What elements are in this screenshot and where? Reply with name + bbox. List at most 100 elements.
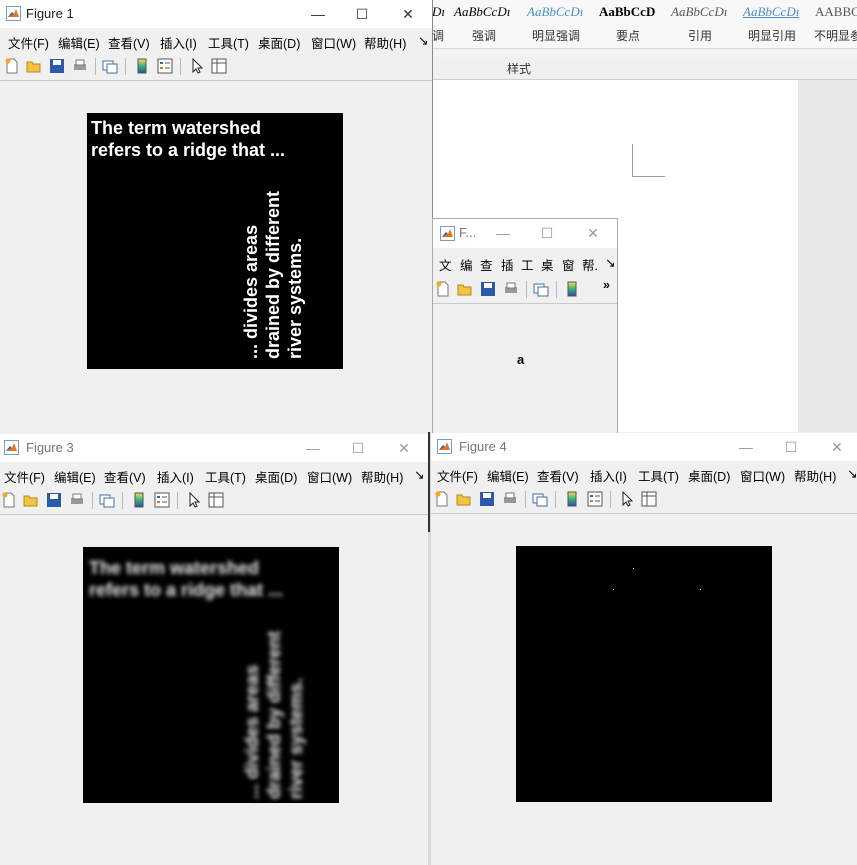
style-preview[interactable]: AaBbCcDı bbox=[743, 4, 799, 20]
style-preview[interactable]: AaBbCcDı bbox=[671, 4, 727, 20]
close-button[interactable]: ✕ bbox=[382, 434, 426, 462]
figure-1-titlebar[interactable]: Figure 1 — ☐ ✕ bbox=[0, 0, 432, 28]
menu-help[interactable]: 帮助(H) bbox=[361, 467, 403, 486]
menu-desktop[interactable]: 桌 bbox=[541, 255, 554, 274]
style-preview[interactable]: Dı bbox=[432, 4, 445, 20]
style-preview[interactable]: AaBbCcD bbox=[599, 4, 655, 20]
link-plot-icon[interactable] bbox=[98, 491, 116, 509]
open-file-icon[interactable] bbox=[25, 57, 43, 75]
close-button[interactable]: ✕ bbox=[815, 433, 857, 461]
menu-overflow-icon[interactable]: ↘ bbox=[847, 466, 857, 481]
save-icon[interactable] bbox=[479, 280, 497, 298]
maximize-button[interactable]: ☐ bbox=[525, 219, 569, 247]
style-preview[interactable]: AaBbCcDı bbox=[527, 4, 583, 20]
figure-3-blurred-image[interactable]: The term watershed refers to a ridge tha… bbox=[83, 547, 339, 803]
menu-view[interactable]: 查看(V) bbox=[104, 467, 146, 486]
colorbar-icon[interactable] bbox=[563, 490, 581, 508]
menu-view[interactable]: 查看(V) bbox=[537, 466, 579, 485]
menu-insert[interactable]: 插入(I) bbox=[590, 466, 627, 485]
menu-overflow-icon[interactable]: ↘ bbox=[414, 467, 424, 482]
save-icon[interactable] bbox=[48, 57, 66, 75]
property-editor-icon[interactable] bbox=[210, 57, 228, 75]
menu-insert[interactable]: 插 bbox=[501, 255, 514, 274]
menu-window[interactable]: 窗口(W) bbox=[740, 466, 785, 485]
save-icon[interactable] bbox=[45, 491, 63, 509]
style-preview[interactable]: AABBCc bbox=[815, 4, 857, 20]
menu-overflow-icon[interactable]: ↘ bbox=[418, 33, 428, 48]
open-file-icon[interactable] bbox=[456, 280, 474, 298]
open-file-icon[interactable] bbox=[22, 491, 40, 509]
menu-desktop[interactable]: 桌面(D) bbox=[255, 467, 297, 486]
figure-3-titlebar[interactable]: Figure 3 — ☐ ✕ bbox=[0, 434, 428, 462]
word-styles-gallery[interactable]: Dı AaBbCcDı AaBbCcDı AaBbCcD AaBbCcDı Aa… bbox=[432, 0, 857, 49]
menu-edit[interactable]: 编辑(E) bbox=[58, 33, 100, 52]
menu-window[interactable]: 窗 bbox=[562, 255, 575, 274]
figure-1-window[interactable]: Figure 1 — ☐ ✕ 文件(F) 编辑(E) 查看(V) 插入(I) 工… bbox=[0, 0, 433, 432]
menu-desktop[interactable]: 桌面(D) bbox=[688, 466, 730, 485]
colorbar-icon[interactable] bbox=[133, 57, 151, 75]
maximize-button[interactable]: ☐ bbox=[336, 434, 380, 462]
link-plot-icon[interactable] bbox=[531, 490, 549, 508]
save-icon[interactable] bbox=[478, 490, 496, 508]
small-figure-window[interactable]: F... — ☐ ✕ 文 编 查 插 工 桌 窗 帮. ↘ » a bbox=[432, 218, 618, 434]
legend-icon[interactable] bbox=[156, 57, 174, 75]
small-figure-titlebar[interactable]: F... — ☐ ✕ bbox=[433, 219, 617, 248]
figure-1-image[interactable]: The term watershed refers to a ridge tha… bbox=[87, 113, 343, 369]
new-figure-icon[interactable] bbox=[434, 280, 452, 298]
figure-4-window[interactable]: Figure 4 — ☐ ✕ 文件(F) 编辑(E) 查看(V) 插入(I) 工… bbox=[431, 433, 857, 865]
property-editor-icon[interactable] bbox=[207, 491, 225, 509]
new-figure-icon[interactable] bbox=[3, 57, 21, 75]
colorbar-icon[interactable] bbox=[563, 280, 581, 298]
menu-tools[interactable]: 工 bbox=[521, 255, 534, 274]
pointer-icon[interactable] bbox=[185, 491, 203, 509]
menu-view[interactable]: 查 bbox=[480, 255, 493, 274]
menu-insert[interactable]: 插入(I) bbox=[157, 467, 194, 486]
menu-window[interactable]: 窗口(W) bbox=[311, 33, 356, 52]
menu-help[interactable]: 帮. bbox=[582, 255, 598, 274]
print-icon[interactable] bbox=[502, 280, 520, 298]
open-file-icon[interactable] bbox=[455, 490, 473, 508]
menu-window[interactable]: 窗口(W) bbox=[307, 467, 352, 486]
legend-icon[interactable] bbox=[153, 491, 171, 509]
maximize-button[interactable]: ☐ bbox=[769, 433, 813, 461]
style-preview[interactable]: AaBbCcDı bbox=[454, 4, 510, 20]
menu-file[interactable]: 文件(F) bbox=[437, 466, 478, 485]
print-icon[interactable] bbox=[501, 490, 519, 508]
link-plot-icon[interactable] bbox=[101, 57, 119, 75]
property-editor-icon[interactable] bbox=[640, 490, 658, 508]
menu-tools[interactable]: 工具(T) bbox=[205, 467, 246, 486]
menu-help[interactable]: 帮助(H) bbox=[364, 33, 406, 52]
maximize-button[interactable]: ☐ bbox=[340, 0, 384, 28]
menu-view[interactable]: 查看(V) bbox=[108, 33, 150, 52]
menu-file[interactable]: 文件(F) bbox=[8, 33, 49, 52]
close-button[interactable]: ✕ bbox=[571, 219, 615, 247]
legend-icon[interactable] bbox=[586, 490, 604, 508]
menu-edit[interactable]: 编 bbox=[460, 255, 473, 274]
print-icon[interactable] bbox=[71, 57, 89, 75]
menu-help[interactable]: 帮助(H) bbox=[794, 466, 836, 485]
menu-file[interactable]: 文 bbox=[439, 255, 452, 274]
menu-insert[interactable]: 插入(I) bbox=[160, 33, 197, 52]
new-figure-icon[interactable] bbox=[433, 490, 451, 508]
link-plot-icon[interactable] bbox=[532, 280, 550, 298]
minimize-button[interactable]: — bbox=[481, 219, 525, 247]
pointer-icon[interactable] bbox=[188, 57, 206, 75]
minimize-button[interactable]: — bbox=[724, 433, 768, 461]
menu-file[interactable]: 文件(F) bbox=[4, 467, 45, 486]
print-icon[interactable] bbox=[68, 491, 86, 509]
menu-tools[interactable]: 工具(T) bbox=[638, 466, 679, 485]
figure-4-titlebar[interactable]: Figure 4 — ☐ ✕ bbox=[431, 433, 857, 461]
menu-edit[interactable]: 编辑(E) bbox=[487, 466, 529, 485]
figure-4-image[interactable] bbox=[516, 546, 772, 802]
menu-overflow-icon[interactable]: ↘ bbox=[605, 255, 615, 270]
menu-tools[interactable]: 工具(T) bbox=[208, 33, 249, 52]
menu-desktop[interactable]: 桌面(D) bbox=[258, 33, 300, 52]
minimize-button[interactable]: — bbox=[296, 0, 340, 28]
figure-3-window[interactable]: Figure 3 — ☐ ✕ 文件(F) 编辑(E) 查看(V) 插入(I) 工… bbox=[0, 434, 428, 865]
menu-edit[interactable]: 编辑(E) bbox=[54, 467, 96, 486]
close-button[interactable]: ✕ bbox=[386, 0, 430, 28]
toolbar-overflow-icon[interactable]: » bbox=[603, 278, 610, 292]
minimize-button[interactable]: — bbox=[291, 434, 335, 462]
pointer-icon[interactable] bbox=[618, 490, 636, 508]
new-figure-icon[interactable] bbox=[0, 491, 18, 509]
